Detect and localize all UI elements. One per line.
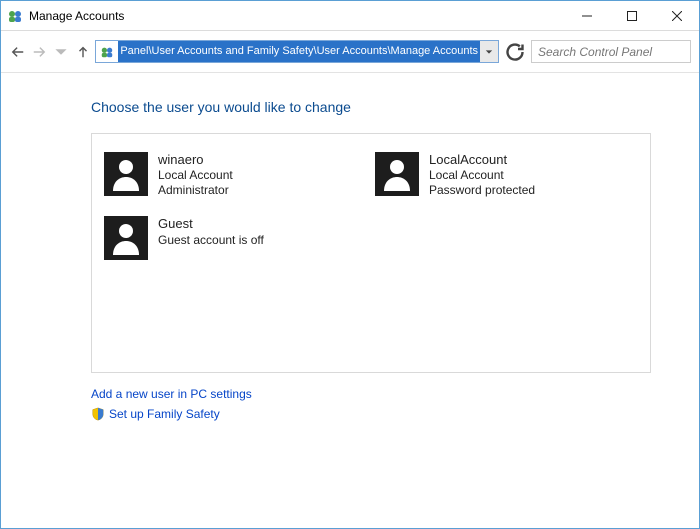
account-status: Guest account is off <box>158 233 264 248</box>
family-safety-link[interactable]: Set up Family Safety <box>91 407 220 421</box>
recent-locations-button[interactable] <box>52 40 70 64</box>
search-input[interactable] <box>536 44 697 60</box>
address-dropdown-button[interactable] <box>480 41 498 62</box>
nav-bar: Panel\User Accounts and Family Safety\Us… <box>1 31 699 73</box>
account-text: LocalAccount Local Account Password prot… <box>429 152 535 198</box>
close-button[interactable] <box>654 1 699 30</box>
avatar-icon <box>375 152 419 196</box>
account-item-localaccount[interactable]: LocalAccount Local Account Password prot… <box>375 152 610 198</box>
account-text: winaero Local Account Administrator <box>158 152 233 198</box>
address-bar-icon <box>96 41 118 62</box>
search-box[interactable] <box>531 40 691 63</box>
address-input[interactable]: Panel\User Accounts and Family Safety\Us… <box>118 41 480 62</box>
title-bar: Manage Accounts <box>1 1 699 31</box>
account-name: LocalAccount <box>429 152 535 168</box>
account-name: winaero <box>158 152 233 168</box>
shield-icon <box>91 407 105 421</box>
account-role: Administrator <box>158 183 233 198</box>
up-button[interactable] <box>74 40 92 64</box>
refresh-button[interactable] <box>503 40 527 64</box>
page-heading: Choose the user you would like to change <box>91 99 699 115</box>
window-frame: Manage Accounts <box>0 0 700 529</box>
account-item-winaero[interactable]: winaero Local Account Administrator <box>104 152 339 198</box>
account-name: Guest <box>158 216 264 232</box>
add-user-link-label: Add a new user in PC settings <box>91 387 252 401</box>
back-button[interactable] <box>9 40 27 64</box>
account-item-guest[interactable]: Guest Guest account is off <box>104 216 339 260</box>
maximize-button[interactable] <box>609 1 654 30</box>
avatar-icon <box>104 152 148 196</box>
avatar-icon <box>104 216 148 260</box>
content-area: Choose the user you would like to change… <box>1 73 699 528</box>
title-bar-icon <box>7 8 23 24</box>
account-type: Local Account <box>158 168 233 183</box>
account-status: Password protected <box>429 183 535 198</box>
title-bar-title: Manage Accounts <box>29 9 564 23</box>
account-type: Local Account <box>429 168 535 183</box>
window-controls <box>564 1 699 30</box>
account-text: Guest Guest account is off <box>158 216 264 260</box>
address-region: Panel\User Accounts and Family Safety\Us… <box>95 40 527 64</box>
add-user-link[interactable]: Add a new user in PC settings <box>91 387 252 401</box>
minimize-button[interactable] <box>564 1 609 30</box>
accounts-list: winaero Local Account Administrator Loca… <box>91 133 651 373</box>
forward-button[interactable] <box>31 40 49 64</box>
family-safety-link-label: Set up Family Safety <box>109 407 220 421</box>
address-bar[interactable]: Panel\User Accounts and Family Safety\Us… <box>95 40 499 63</box>
action-links: Add a new user in PC settings Set up Fam… <box>91 387 699 424</box>
